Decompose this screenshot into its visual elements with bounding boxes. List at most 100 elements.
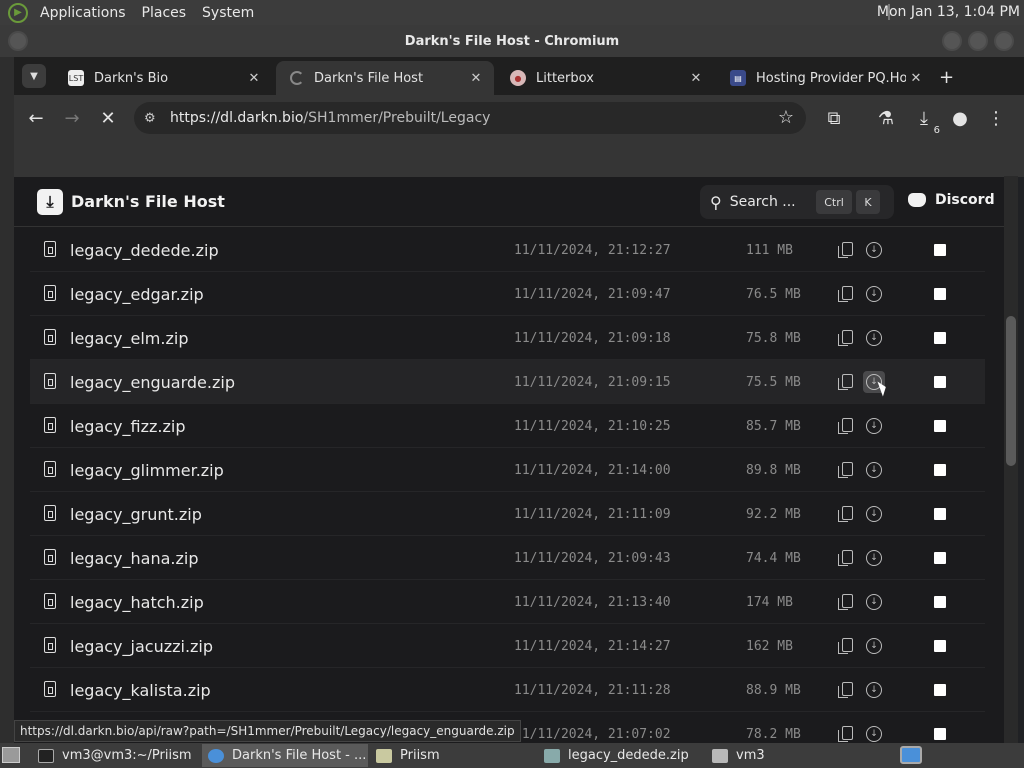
select-checkbox[interactable] (934, 332, 946, 344)
file-row[interactable]: legacy_glimmer.zip 11/11/2024, 21:14:00 89… (30, 448, 985, 492)
copy-link-icon[interactable] (838, 594, 854, 610)
download-button[interactable]: ↓ (863, 283, 885, 305)
close-icon[interactable]: ✕ (466, 71, 486, 86)
file-row[interactable]: legacy_elm.zip 11/11/2024, 21:09:18 75.8 M… (30, 316, 985, 360)
select-checkbox[interactable] (934, 244, 946, 256)
file-name[interactable]: legacy_glimmer.zip (70, 461, 224, 480)
task-priism-folder[interactable]: Priism (370, 744, 536, 767)
file-row[interactable]: legacy_hatch.zip 11/11/2024, 21:13:40 174 … (30, 580, 985, 624)
os-logo-icon[interactable]: ▶ (8, 2, 28, 23)
copy-link-icon[interactable] (838, 682, 854, 698)
file-name[interactable]: legacy_kalista.zip (70, 681, 211, 700)
tab-search-button[interactable]: ▼ (22, 64, 46, 88)
select-checkbox[interactable] (934, 684, 946, 696)
file-row[interactable]: legacy_edgar.zip 11/11/2024, 21:09:47 76.5… (30, 272, 985, 316)
discord-link[interactable]: Discord (908, 192, 995, 208)
extensions-icon[interactable]: ⧉ (822, 106, 846, 130)
labs-flask-icon[interactable]: ⚗ (874, 106, 898, 130)
select-checkbox[interactable] (934, 508, 946, 520)
download-button[interactable]: ↓ (863, 327, 885, 349)
select-checkbox[interactable] (934, 596, 946, 608)
download-button[interactable]: ↓ (863, 679, 885, 701)
download-logo-icon[interactable]: ⤓ (37, 189, 63, 215)
download-button[interactable]: ↓ (863, 459, 885, 481)
close-icon[interactable]: ✕ (244, 71, 264, 86)
task-vm3-folder[interactable]: vm3 (706, 744, 872, 767)
show-desktop-icon[interactable] (2, 747, 20, 763)
select-checkbox[interactable] (934, 728, 946, 740)
file-name[interactable]: legacy_grunt.zip (70, 505, 202, 524)
address-bar[interactable]: ⚙ https://dl.darkn.bio /SH1mmer/Prebuilt… (134, 102, 806, 134)
bookmark-star-icon[interactable]: ☆ (778, 107, 794, 128)
file-name[interactable]: legacy_hatch.zip (70, 593, 204, 612)
copy-link-icon[interactable] (838, 242, 854, 258)
minimize-button[interactable] (942, 31, 962, 51)
tab-darkns-file-host[interactable]: Darkn's File Host ✕ (276, 61, 494, 95)
file-name[interactable]: legacy_enguarde.zip (70, 373, 235, 392)
download-button[interactable]: ↓ (863, 723, 885, 743)
file-row[interactable]: legacy_fizz.zip 11/11/2024, 21:10:25 85.7 … (30, 404, 985, 448)
file-row[interactable]: legacy_kalista.zip 11/11/2024, 21:11:28 88… (30, 668, 985, 712)
menu-places[interactable]: Places (134, 5, 195, 21)
tab-litterbox[interactable]: ● Litterbox ✕ (496, 61, 714, 95)
maximize-button[interactable] (968, 31, 988, 51)
select-checkbox[interactable] (934, 420, 946, 432)
file-row[interactable]: legacy_enguarde.zip 11/11/2024, 21:09:15 7… (30, 360, 985, 404)
copy-link-icon[interactable] (838, 506, 854, 522)
menu-kebab-icon[interactable]: ⋮ (984, 106, 1008, 130)
task-terminal[interactable]: vm3@vm3:~/Priism (32, 744, 202, 767)
select-checkbox[interactable] (934, 376, 946, 388)
page-scrollbar[interactable] (1004, 176, 1018, 743)
copy-link-icon[interactable] (838, 638, 854, 654)
download-button[interactable]: ↓ (863, 591, 885, 613)
profile-avatar-icon[interactable]: ● (948, 106, 972, 130)
download-button[interactable]: ↓ (863, 415, 885, 437)
back-arrow-icon[interactable]: ← (24, 106, 48, 130)
download-button[interactable]: ↓ (863, 635, 885, 657)
tab-hosting-provider[interactable]: ▤ Hosting Provider PQ.Host ✕ (716, 61, 934, 95)
downloads-icon[interactable]: ⤓ 6 (912, 106, 940, 137)
file-row[interactable]: legacy_hana.zip 11/11/2024, 21:09:43 74.4 … (30, 536, 985, 580)
file-name[interactable]: legacy_elm.zip (70, 329, 188, 348)
copy-link-icon[interactable] (838, 374, 854, 390)
close-icon[interactable]: ✕ (906, 71, 926, 86)
new-tab-button[interactable]: + (939, 67, 954, 88)
task-chromium[interactable]: Darkn's File Host - ... (202, 744, 368, 767)
select-checkbox[interactable] (934, 640, 946, 652)
file-row[interactable]: legacy_dedede.zip 11/11/2024, 21:12:27 111… (30, 228, 985, 272)
file-row[interactable]: legacy_grunt.zip 11/11/2024, 21:11:09 92.2… (30, 492, 985, 536)
close-icon[interactable]: ✕ (686, 71, 706, 86)
download-button[interactable]: ↓ (863, 239, 885, 261)
file-name[interactable]: legacy_edgar.zip (70, 285, 204, 304)
file-row[interactable]: legacy_jacuzzi.zip 11/11/2024, 21:14:27 16… (30, 624, 985, 668)
copy-link-icon[interactable] (838, 286, 854, 302)
close-window-button[interactable] (994, 31, 1014, 51)
select-checkbox[interactable] (934, 288, 946, 300)
menu-system[interactable]: System (194, 5, 262, 21)
site-search-button[interactable]: ⚲ Search ... Ctrl K (700, 185, 894, 219)
select-checkbox[interactable] (934, 464, 946, 476)
forward-arrow-icon[interactable]: → (60, 106, 84, 130)
menu-applications[interactable]: Applications (32, 5, 134, 21)
file-name[interactable]: legacy_hana.zip (70, 549, 199, 568)
copy-link-icon[interactable] (838, 462, 854, 478)
select-checkbox[interactable] (934, 552, 946, 564)
scrollbar-thumb[interactable] (1006, 316, 1016, 466)
copy-link-icon[interactable] (838, 330, 854, 346)
file-name[interactable]: legacy_dedede.zip (70, 241, 219, 260)
copy-link-icon[interactable] (838, 418, 854, 434)
site-info-icon[interactable]: ⚙ (144, 111, 160, 126)
tab-darkns-bio[interactable]: LST Darkn's Bio ✕ (54, 61, 272, 95)
clock[interactable]: Mon Jan 13, 1:04 PM (877, 4, 1020, 20)
download-button[interactable]: ↓ (863, 503, 885, 525)
window-titlebar[interactable]: Darkn's File Host - Chromium (0, 25, 1024, 57)
task-archive[interactable]: legacy_dedede.zip (538, 744, 704, 767)
site-brand[interactable]: Darkn's File Host (71, 192, 225, 211)
stop-loading-icon[interactable]: ✕ (96, 106, 120, 130)
tray-app-icon[interactable] (900, 746, 922, 764)
window-menu-button[interactable] (8, 31, 28, 51)
copy-link-icon[interactable] (838, 726, 854, 742)
copy-link-icon[interactable] (838, 550, 854, 566)
download-button[interactable]: ↓ (863, 547, 885, 569)
file-name[interactable]: legacy_fizz.zip (70, 417, 185, 436)
